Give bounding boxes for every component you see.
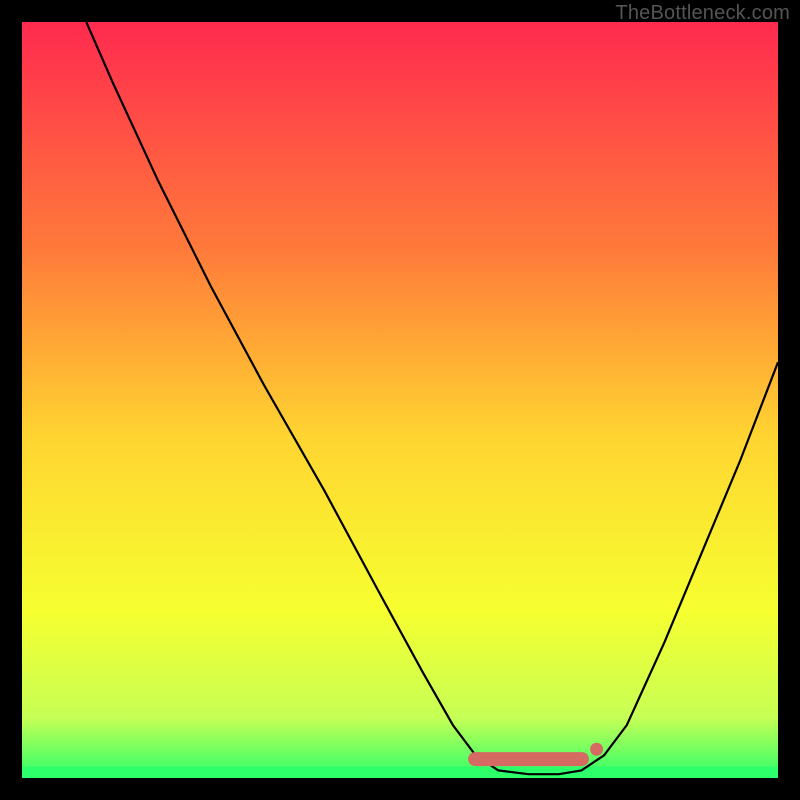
chart-svg [22,22,778,778]
watermark-text: TheBottleneck.com [615,2,790,25]
green-baseline-band [22,767,778,778]
optimal-range-bar [468,752,589,766]
marker-dot [590,743,603,756]
gradient-background [22,22,778,778]
chart-plot-area [22,22,778,778]
